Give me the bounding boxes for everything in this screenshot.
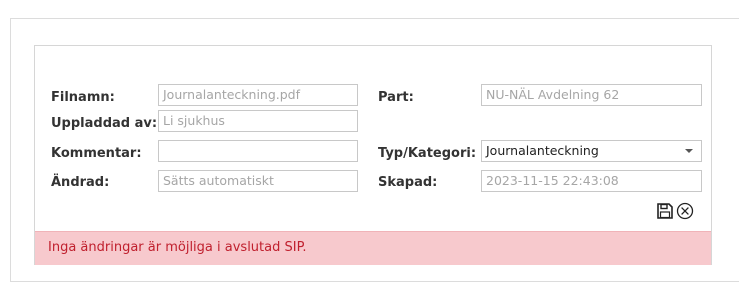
readonly-warning-banner: Inga ändringar är möjliga i avslutad SIP… <box>35 231 711 265</box>
changed-label: Ändrad: <box>51 175 110 190</box>
part-field[interactable]: NU-NÄL Avdelning 62 <box>481 84 702 106</box>
type-category-value: Journalanteckning <box>486 143 599 158</box>
chevron-down-icon <box>685 149 693 153</box>
uploaded-by-field[interactable]: Li sjukhus <box>158 110 358 132</box>
document-form-card: Filnamn: Journalanteckning.pdf Uppladdad… <box>34 45 712 265</box>
part-label: Part: <box>378 90 414 105</box>
filename-label: Filnamn: <box>51 90 115 105</box>
changed-field[interactable]: Sätts automatiskt <box>158 170 358 192</box>
cancel-icon[interactable] <box>676 202 694 220</box>
comment-label: Kommentar: <box>51 146 142 161</box>
type-category-label: Typ/Kategori: <box>378 146 477 161</box>
comment-field[interactable] <box>158 140 358 162</box>
filename-field[interactable]: Journalanteckning.pdf <box>158 84 358 106</box>
created-label: Skapad: <box>378 175 438 190</box>
save-icon[interactable] <box>656 202 674 220</box>
type-category-select[interactable]: Journalanteckning <box>481 140 702 162</box>
uploaded-by-label: Uppladdad av: <box>51 116 158 131</box>
created-field[interactable]: 2023-11-15 22:43:08 <box>481 170 702 192</box>
